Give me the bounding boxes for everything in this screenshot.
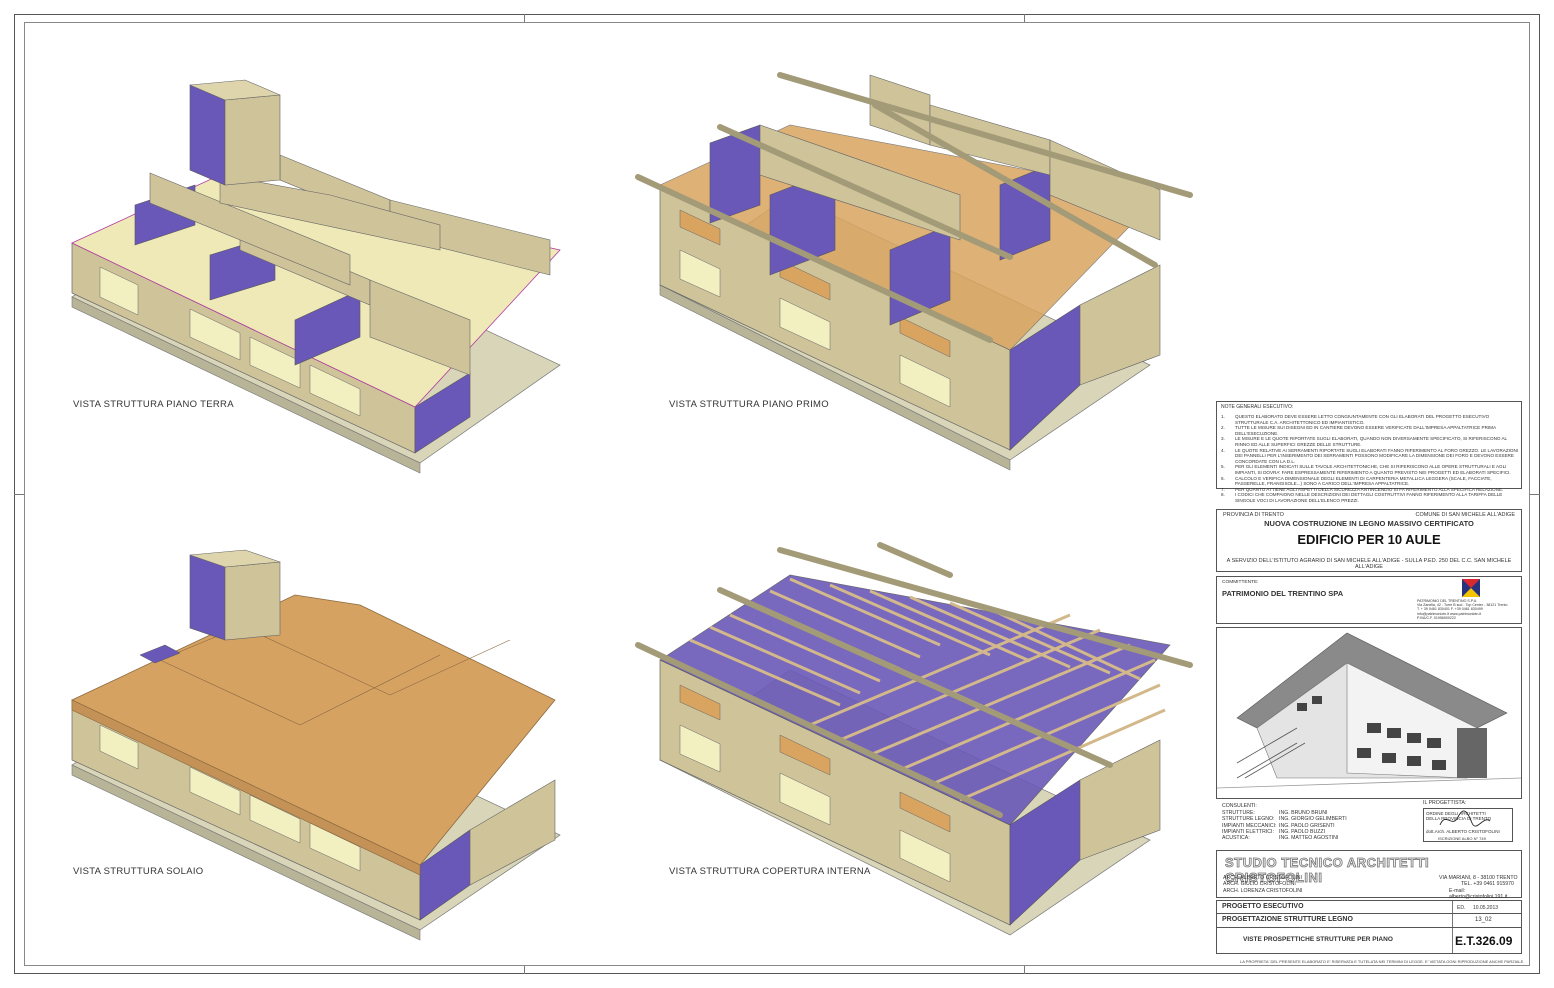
project-title: EDIFICIO PER 10 AULE [1297, 532, 1441, 547]
frame-tick [1024, 14, 1025, 22]
designer-label: IL PROGETTISTA: [1423, 800, 1467, 806]
consultants-label: CONSULENTI: [1222, 803, 1257, 809]
notes-list: 1. QUESTO ELABORATO DEVE ESSERE LETTO CON… [1221, 414, 1521, 504]
project-service: A SERVIZIO DELL'ISTITUTO AGRARIO DI SAN … [1226, 558, 1512, 570]
studio-box: STUDIO TECNICO ARCHITETTI CRISTOFOLINI A… [1216, 850, 1522, 900]
client-name: PATRIMONIO DEL TRENTINO SPA [1222, 589, 1344, 598]
view-caption: VISTA STRUTTURA PIANO PRIMO [669, 399, 829, 410]
studio-email: E-mail: alberto@cristofolini.191.it [1449, 887, 1508, 900]
note-item: 5. PER GLI ELEMENTI INDICATI SULLE TAVOLE… [1221, 464, 1521, 475]
view-copertura-interna-drawing [635, 542, 1193, 936]
frame-tick [1530, 494, 1540, 495]
frame-tick [1024, 966, 1025, 974]
client-piva: P.IVA/C.F. 01956900222 [1417, 615, 1456, 620]
project-subtitle: NUOVA COSTRUZIONE IN LEGNO MASSIVO CERTI… [1264, 519, 1474, 528]
view-solaio-drawing [71, 549, 561, 941]
sheet-title: VISTE PROSPETTICHE STRUTTURE PER PIANO [1243, 936, 1393, 943]
note-text: QUESTO ELABORATO DEVE ESSERE LETTO CONGI… [1235, 414, 1490, 425]
frame-tick [524, 966, 525, 974]
consultant-role: ACUSTICA: [1222, 835, 1250, 842]
consultants-list: STRUTTURE: ING. BRUNO BRUNI STRUTTURE LEGN… [1222, 810, 1422, 841]
building-rendering-image [1216, 628, 1522, 798]
architect-3: ARCH. LORENZA CRISTOFOLINI [1223, 887, 1303, 894]
client-contacts: PATRIMONIO DEL TRENTINO S.P.A. Via Zanel… [1417, 599, 1513, 620]
note-number: 4. [1221, 447, 1225, 453]
copyright-footer: LA PROPRIETA' DEL PRESENTE ELABORATO E' … [1240, 959, 1525, 964]
consultant-row: ACUSTICA: ING. MATTEO AGOSTINI [1222, 835, 1422, 841]
note-item: 1. QUESTO ELABORATO DEVE ESSERE LETTO CON… [1221, 414, 1521, 425]
sheet-code: E.T.326.09 [1455, 934, 1513, 948]
view-caption: VISTA STRUTTURA SOLAIO [73, 866, 204, 877]
view-caption: VISTA STRUTTURA COPERTURA INTERNA [669, 866, 871, 877]
discipline-row: PROGETTAZIONE STRUTTURE LEGNO 13_02 [1216, 914, 1522, 928]
note-text: PER GLI ELEMENTI INDICATI SULLE TAVOLE A… [1235, 464, 1511, 475]
view-piano-terra-drawing [71, 79, 561, 474]
note-text: LE QUOTE RELATIVE AI SERRAMENTI RIPORTAT… [1235, 447, 1519, 464]
view-caption: VISTA STRUTTURA PIANO TERRA [73, 399, 234, 410]
consultant-name: ING. MATTEO AGOSTINI [1279, 835, 1339, 842]
divider [1452, 914, 1453, 927]
note-item: 3. LE MISURE E LE QUOTE RIPORTATE SUGLI E… [1221, 436, 1521, 447]
edition-label: ED. [1457, 905, 1466, 911]
project-box: PROVINCIA DI TRENTO COMUNE DI SAN MICHEL… [1216, 509, 1522, 572]
view-piano-primo-drawing [635, 72, 1193, 471]
client-box: COMMITTENTE: PATRIMONIO DEL TRENTINO SPA… [1216, 576, 1522, 624]
phase-label: PROGETTO ESECUTIVO [1222, 903, 1304, 910]
client-label: COMMITTENTE: [1222, 580, 1259, 585]
discipline-label: PROGETTAZIONE STRUTTURE LEGNO [1222, 916, 1353, 923]
edition-date: 10.05.2013 [1473, 905, 1499, 911]
note-number: 1. [1221, 414, 1225, 419]
note-text: TUTTE LE MISURE SUI DISEGNI ED IN CANTIE… [1235, 425, 1496, 436]
note-item: 2. TUTTE LE MISURE SUI DISEGNI ED IN CANT… [1221, 425, 1521, 436]
designer-stamp: ORDINE DEGLI ARCHITETTI DELLA PROVINCIA … [1423, 808, 1513, 842]
note-item: 6. CALCOLO E VERIFICA DIMENSIONALE DEGLI … [1221, 476, 1521, 487]
studio-contacts: VIA MARIANI, 8 - 38100 TRENTO TEL. +39 0… [1439, 875, 1521, 900]
note-number: 5. [1221, 464, 1225, 470]
signature-icon [1439, 810, 1491, 827]
patrimonio-logo-icon [1462, 579, 1480, 597]
comune: COMUNE DI SAN MICHELE ALL'ADIGE [1415, 512, 1515, 518]
frame-tick [524, 14, 525, 22]
note-text: I CODICI CHE COMPAIONO NELLE DESCRIZIONI… [1235, 492, 1503, 503]
note-text: CALCOLO E VERIFICA DIMENSIONALE DEGLI EL… [1235, 475, 1492, 487]
building-rendering-box [1216, 627, 1522, 799]
note-number: 2. [1221, 425, 1225, 431]
notes-title: NOTE GENERALI ESECUTIVO: [1221, 404, 1294, 410]
sheet-title-row: VISTE PROSPETTICHE STRUTTURE PER PIANO E… [1216, 928, 1522, 954]
note-number: 8. [1221, 492, 1225, 498]
divider [1452, 928, 1453, 953]
architect-2: ARCH. GIULIO CRISTOFOLINI [1223, 881, 1296, 888]
notes-box: NOTE GENERALI ESECUTIVO: 1. QUESTO ELABOR… [1216, 401, 1522, 503]
note-text: LE MISURE E LE QUOTE RIPORTATE SUGLI ELA… [1235, 436, 1507, 447]
studio-architects: ARCH. ALBERTO CRISTOFOLINI ARCH. GIULIO … [1223, 875, 1302, 894]
stamp-registration: ISCRIZIONE ALBO N° 749 [1438, 836, 1486, 841]
frame-tick [14, 494, 24, 495]
province: PROVINCIA DI TRENTO [1223, 512, 1284, 518]
phase-row: PROGETTO ESECUTIVO ED. 10.05.2013 [1216, 900, 1522, 914]
note-number: 6. [1221, 475, 1225, 481]
job-number: 13_02 [1475, 917, 1492, 923]
divider [1452, 901, 1453, 913]
note-number: 3. [1221, 436, 1225, 442]
note-item: 4. LE QUOTE RELATIVE AI SERRAMENTI RIPORT… [1221, 448, 1521, 465]
note-item: 8. I CODICI CHE COMPAIONO NELLE DESCRIZIO… [1221, 492, 1521, 503]
